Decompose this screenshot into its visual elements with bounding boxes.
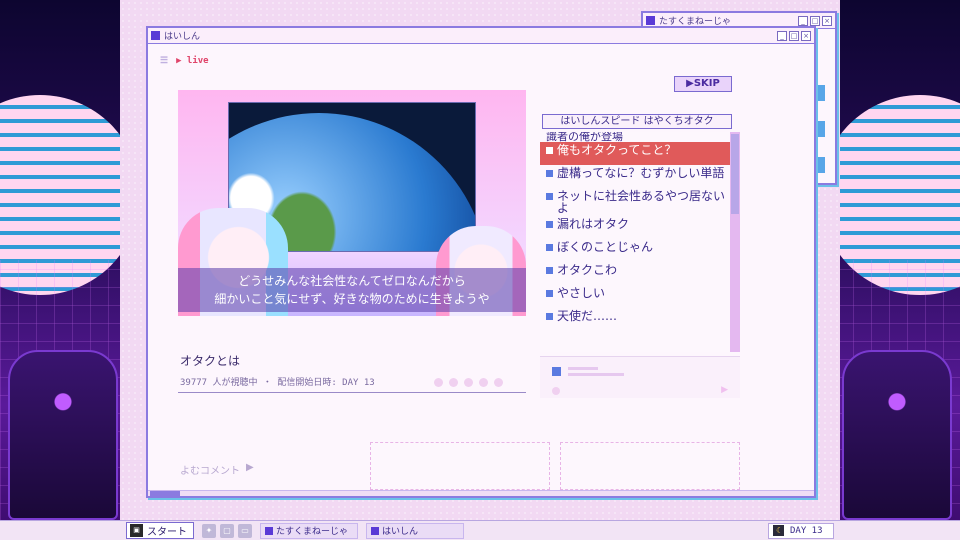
quick-launch: ✦ ▢ ▭: [202, 523, 252, 538]
placeholder-line: [568, 367, 598, 370]
play-arrow-icon: ▶: [246, 462, 254, 473]
window-title: はいしん: [164, 32, 201, 42]
divider: [178, 392, 526, 393]
close-icon[interactable]: ×: [801, 30, 811, 41]
read-comments-button[interactable]: よむコメント ▶: [180, 462, 254, 477]
comment-item[interactable]: 虚構ってなに？むずかしい単語: [540, 165, 732, 188]
comment-list[interactable]: 識者の俺が登場 俺もオタクってこと？ 虚構ってなに？むずかしい単語 ネットに社会…: [540, 132, 732, 352]
taskbar-item-streaming[interactable]: はいしん: [366, 522, 464, 539]
bullet-icon: [546, 193, 553, 200]
moon-icon: ☾: [773, 525, 784, 536]
background-right: [835, 0, 960, 540]
stream-speed-label[interactable]: はいしんスピード はやくちオタク: [542, 114, 732, 129]
read-comments-label: よむコメント: [180, 466, 240, 477]
comment-item[interactable]: ネットに社会性あるやつ居ないよ: [540, 188, 732, 216]
comment-text: オタクこわ: [557, 263, 618, 277]
background-left: [0, 0, 125, 540]
play-arrow-icon[interactable]: ▶: [721, 385, 728, 395]
comment-item[interactable]: やさしい: [540, 285, 732, 308]
window-status-strip: [148, 490, 814, 496]
comment-text: ぼくのことじゃん: [557, 240, 654, 254]
streaming-content: ☰ ▶ live ▶SKIP どうせみんな社会性なんてゼロなんだから 細かいこと…: [148, 44, 814, 496]
dot-icon: [479, 378, 488, 387]
empty-comment-slot: [370, 442, 550, 490]
live-label: ▶ live: [176, 56, 209, 66]
dot-icon: [552, 387, 560, 395]
comment-item[interactable]: 天使だ……: [540, 308, 732, 331]
subtitle-line-2: 細かいこと気にせず、好きな物のために生きようや: [214, 292, 490, 306]
comment-text: 虚構ってなに？むずかしい単語: [557, 166, 725, 180]
day-indicator[interactable]: ☾ DAY 13: [768, 522, 834, 539]
start-button[interactable]: ▣ スタート: [126, 522, 194, 539]
dot-icon: [494, 378, 503, 387]
scrollbar-thumb[interactable]: [731, 134, 739, 214]
bullet-icon: [546, 267, 553, 274]
bullet-icon: [546, 290, 553, 297]
comment-text: 天使だ……: [557, 309, 618, 323]
comment-item[interactable]: オタクこわ: [540, 262, 732, 285]
stream-view: どうせみんな社会性なんてゼロなんだから 細かいこと気にせず、好きな物のために生き…: [178, 90, 526, 316]
window-icon: [646, 16, 655, 25]
comment-text: ネットに社会性あるやつ居ないよ: [557, 189, 726, 215]
dot-icon: [434, 378, 443, 387]
bullet-icon: [546, 221, 553, 228]
streaming-titlebar[interactable]: はいしん _ □ ×: [148, 28, 814, 44]
taskbar-item-label: たすくまねーじゃ: [276, 527, 349, 537]
bullet-icon: [546, 147, 553, 154]
comment-text: やさしい: [557, 286, 606, 300]
status-mark: [150, 491, 180, 496]
machinery-decoration: [842, 350, 952, 520]
minimize-icon[interactable]: _: [798, 15, 808, 26]
window-icon: [265, 526, 273, 535]
dot-icon: [464, 378, 473, 387]
bullet-icon: [546, 170, 553, 177]
comment-item[interactable]: 俺もオタクってこと？: [540, 142, 732, 165]
placeholder-line: [568, 373, 624, 376]
comment-text: 俺もオタクってこと？: [557, 143, 677, 157]
maximize-icon[interactable]: □: [810, 15, 820, 26]
close-icon[interactable]: ×: [822, 15, 832, 26]
taskbar-item-label: はいしん: [382, 527, 419, 537]
start-label: スタート: [147, 527, 187, 538]
comment-item[interactable]: ぼくのことじゃん: [540, 239, 732, 262]
bullet-icon: [546, 244, 553, 251]
streaming-window[interactable]: はいしん _ □ × ☰ ▶ live ▶SKIP どうせみんな社会性なんてゼロ…: [146, 26, 816, 498]
minimize-icon[interactable]: _: [777, 30, 787, 41]
bullet-icon: [552, 367, 561, 376]
day-label: DAY 13: [790, 525, 823, 536]
chat-icon[interactable]: ▢: [220, 523, 234, 538]
subtitle-line-1: どうせみんな社会性なんてゼロなんだから: [238, 274, 466, 288]
monitor-icon[interactable]: ▭: [238, 523, 252, 538]
taskbar: ▣ スタート ✦ ▢ ▭ たすくまねーじゃ はいしん ☾ DAY 13: [0, 520, 960, 540]
stream-subtitle: どうせみんな社会性なんてゼロなんだから 細かいこと気にせず、好きな物のために生き…: [178, 268, 526, 312]
bullet-icon: [546, 313, 553, 320]
comment-input-area: ▶: [540, 356, 740, 398]
window-icon: [151, 31, 160, 40]
comment-item[interactable]: 漏れはオタク: [540, 216, 732, 239]
window-icon: [371, 526, 379, 535]
live-tab[interactable]: ☰ ▶ live: [160, 56, 209, 66]
comment-text: 漏れはオタク: [557, 217, 630, 231]
dot-icon: [449, 378, 458, 387]
stream-title: オタクとは: [180, 354, 241, 368]
empty-comment-slot: [560, 442, 740, 490]
machinery-decoration: [8, 350, 118, 520]
skip-button[interactable]: ▶SKIP: [674, 76, 732, 92]
comment-partial: 識者の俺が登場: [546, 132, 623, 143]
hamburger-icon[interactable]: ☰: [160, 56, 168, 66]
taskbar-item-task-manager[interactable]: たすくまねーじゃ: [260, 522, 358, 539]
reaction-dots: [434, 378, 503, 387]
stream-meta: 39777 人が視聴中 ・ 配信開始日時: DAY 13: [180, 378, 375, 388]
comment-scrollbar[interactable]: [730, 132, 740, 352]
maximize-icon[interactable]: □: [789, 30, 799, 41]
start-logo-icon: ▣: [130, 524, 143, 537]
bird-icon[interactable]: ✦: [202, 523, 216, 538]
